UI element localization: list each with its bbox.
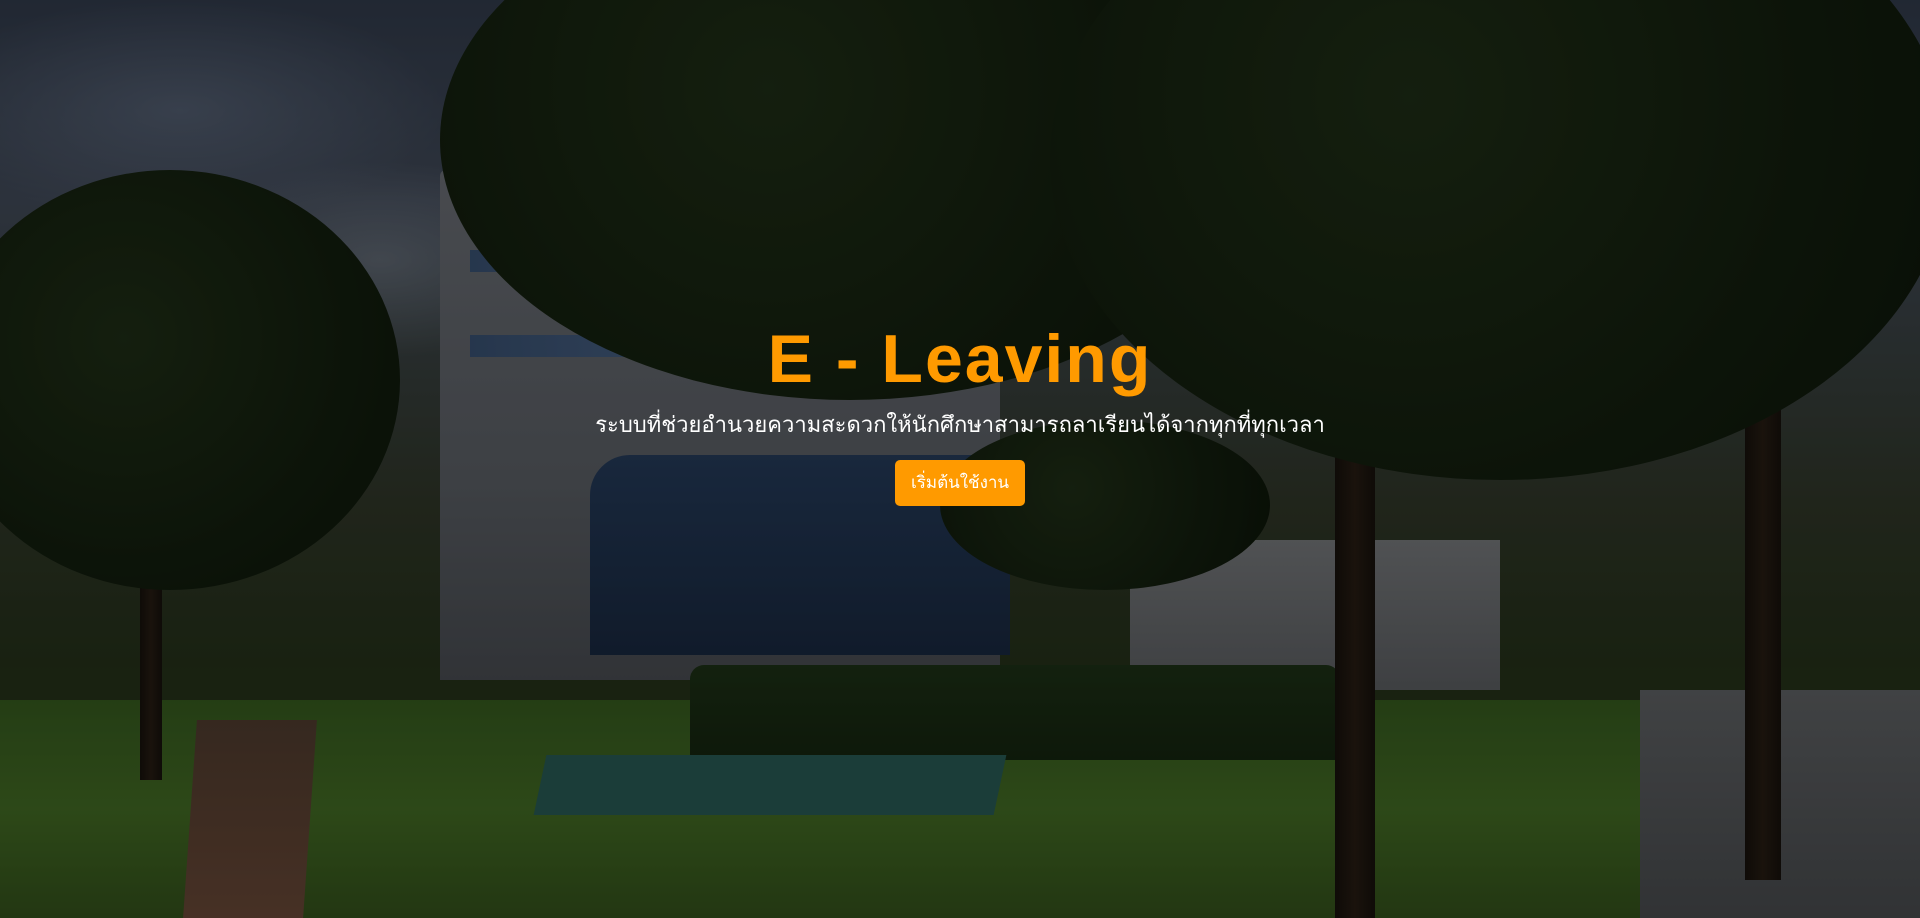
page-title: E - Leaving: [767, 321, 1153, 397]
page-subtitle: ระบบที่ช่วยอำนวยความสะดวกให้นักศึกษาสามา…: [595, 413, 1325, 438]
hero-section: E - Leaving ระบบที่ช่วยอำนวยความสะดวกให้…: [0, 0, 1920, 918]
get-started-button[interactable]: เริ่มต้นใช้งาน: [894, 460, 1026, 506]
hero-content: E - Leaving ระบบที่ช่วยอำนวยความสะดวกให้…: [0, 318, 1920, 506]
